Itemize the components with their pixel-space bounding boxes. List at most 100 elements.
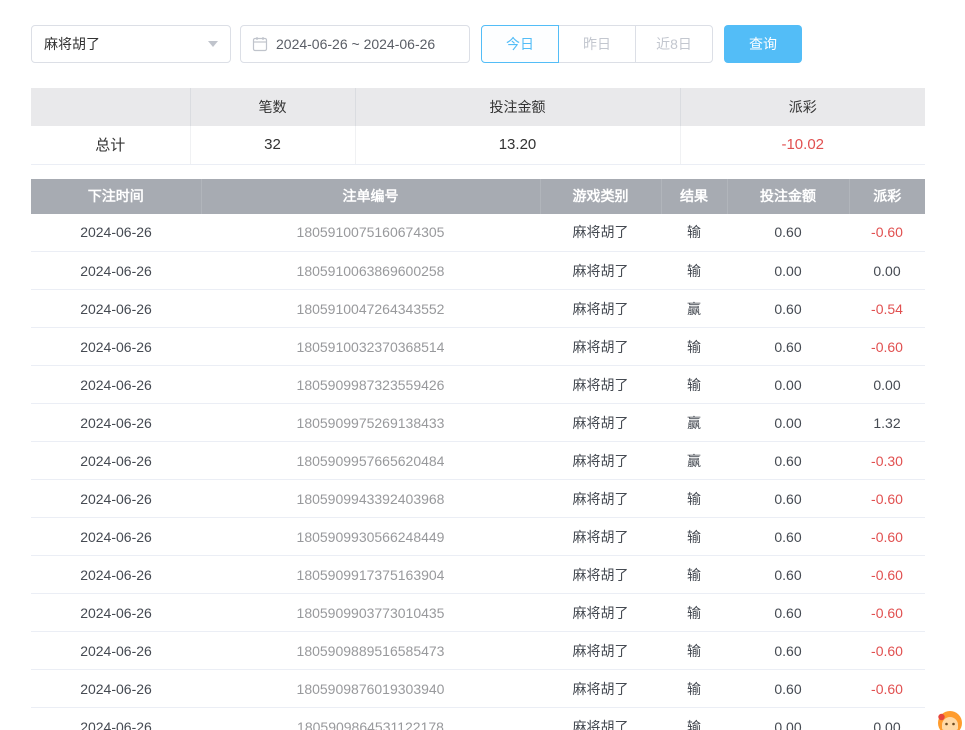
date-range-picker[interactable]: 2024-06-26 ~ 2024-06-26 [240,25,470,63]
record-row: 2024-06-261805910047264343552麻将胡了赢0.60-0… [31,290,925,328]
cell-payout: -0.60 [849,328,925,366]
cell-result: 输 [661,328,727,366]
cell-bet-id: 1805909943392403968 [201,480,540,518]
cell-result: 输 [661,366,727,404]
cell-result: 输 [661,594,727,632]
cell-bet-amount: 0.00 [727,404,849,442]
cell-game-type: 麻将胡了 [540,366,661,404]
cell-bet-id: 1805909987323559426 [201,366,540,404]
record-row: 2024-06-261805909917375163904麻将胡了输0.60-0… [31,556,925,594]
cell-result: 赢 [661,290,727,328]
cell-result: 输 [661,670,727,708]
cell-result: 输 [661,556,727,594]
records-header-bet-time: 下注时间 [31,179,201,214]
cell-payout: 1.32 [849,404,925,442]
cell-bet-id: 1805909917375163904 [201,556,540,594]
cell-result: 输 [661,252,727,290]
record-row: 2024-06-261805909876019303940麻将胡了输0.60-0… [31,670,925,708]
cell-bet-amount: 0.60 [727,290,849,328]
cell-payout: 0.00 [849,252,925,290]
bet-records-page: 麻将胡了 2024-06-26 ~ 2024-06-26 今日 昨日 近8日 查… [0,0,965,730]
records-header-bet-id: 注单编号 [201,179,540,214]
chevron-down-icon [208,41,218,47]
record-row: 2024-06-261805910075160674305麻将胡了输0.60-0… [31,214,925,252]
cell-bet-time: 2024-06-26 [31,404,201,442]
records-header-bet-amount: 投注金额 [727,179,849,214]
cell-bet-time: 2024-06-26 [31,556,201,594]
records-table: 下注时间 注单编号 游戏类别 结果 投注金额 派彩 2024-06-261805… [31,179,925,730]
summary-header-row: 笔数 投注金额 派彩 [31,88,925,126]
cell-game-type: 麻将胡了 [540,442,661,480]
quick-date-button-group: 今日 昨日 近8日 [481,25,713,63]
cell-bet-amount: 0.60 [727,632,849,670]
game-select[interactable]: 麻将胡了 [31,25,231,63]
cell-game-type: 麻将胡了 [540,480,661,518]
cell-bet-time: 2024-06-26 [31,480,201,518]
cell-game-type: 麻将胡了 [540,404,661,442]
summary-header-payout: 派彩 [680,88,925,126]
cell-game-type: 麻将胡了 [540,518,661,556]
record-row: 2024-06-261805909957665620484麻将胡了赢0.60-0… [31,442,925,480]
game-select-value: 麻将胡了 [44,34,100,54]
cell-bet-time: 2024-06-26 [31,366,201,404]
summary-total-row: 总计 32 13.20 -10.02 [31,126,925,164]
record-row: 2024-06-261805909930566248449麻将胡了输0.60-0… [31,518,925,556]
cell-bet-id: 1805909975269138433 [201,404,540,442]
record-row: 2024-06-261805909975269138433麻将胡了赢0.001.… [31,404,925,442]
calendar-icon [252,36,268,52]
cell-game-type: 麻将胡了 [540,670,661,708]
cell-game-type: 麻将胡了 [540,328,661,366]
cell-game-type: 麻将胡了 [540,556,661,594]
cell-bet-time: 2024-06-26 [31,594,201,632]
cell-bet-amount: 0.60 [727,442,849,480]
customer-service-icon[interactable] [935,708,963,730]
cell-game-type: 麻将胡了 [540,632,661,670]
cell-bet-amount: 0.60 [727,594,849,632]
cell-payout: -0.60 [849,556,925,594]
cell-result: 输 [661,214,727,252]
cell-game-type: 麻将胡了 [540,214,661,252]
cell-payout: -0.60 [849,594,925,632]
cell-bet-time: 2024-06-26 [31,632,201,670]
record-row: 2024-06-261805910063869600258麻将胡了输0.000.… [31,252,925,290]
filter-bar: 麻将胡了 2024-06-26 ~ 2024-06-26 今日 昨日 近8日 查… [31,25,925,63]
summary-count-value: 32 [190,126,355,164]
cell-payout: -0.30 [849,442,925,480]
cell-payout: -0.60 [849,480,925,518]
today-button[interactable]: 今日 [481,25,559,63]
cell-result: 赢 [661,404,727,442]
cell-bet-id: 1805909930566248449 [201,518,540,556]
record-row: 2024-06-261805909903773010435麻将胡了输0.60-0… [31,594,925,632]
cell-game-type: 麻将胡了 [540,290,661,328]
cell-result: 输 [661,632,727,670]
cell-bet-amount: 0.60 [727,518,849,556]
last-8-days-button[interactable]: 近8日 [635,25,713,63]
cell-bet-id: 1805909876019303940 [201,670,540,708]
cell-bet-id: 1805909889516585473 [201,632,540,670]
cell-bet-amount: 0.60 [727,214,849,252]
record-row: 2024-06-261805909987323559426麻将胡了输0.000.… [31,366,925,404]
cell-bet-time: 2024-06-26 [31,708,201,730]
cell-bet-amount: 0.00 [727,252,849,290]
records-header-payout: 派彩 [849,179,925,214]
record-row: 2024-06-261805909864531122178麻将胡了输0.000.… [31,708,925,730]
cell-bet-id: 1805909864531122178 [201,708,540,730]
cell-bet-time: 2024-06-26 [31,442,201,480]
cell-bet-amount: 0.00 [727,366,849,404]
cell-bet-id: 1805910063869600258 [201,252,540,290]
record-row: 2024-06-261805909889516585473麻将胡了输0.60-0… [31,632,925,670]
cell-bet-amount: 0.60 [727,328,849,366]
cell-result: 输 [661,708,727,730]
cell-bet-amount: 0.60 [727,480,849,518]
cell-bet-amount: 0.60 [727,556,849,594]
records-header-row: 下注时间 注单编号 游戏类别 结果 投注金额 派彩 [31,179,925,214]
cell-bet-id: 1805910075160674305 [201,214,540,252]
cell-bet-id: 1805909957665620484 [201,442,540,480]
summary-header-count: 笔数 [190,88,355,126]
query-button[interactable]: 查询 [724,25,802,63]
cell-result: 输 [661,480,727,518]
cell-bet-time: 2024-06-26 [31,252,201,290]
yesterday-button[interactable]: 昨日 [558,25,636,63]
cell-bet-time: 2024-06-26 [31,670,201,708]
cell-payout: -0.60 [849,518,925,556]
